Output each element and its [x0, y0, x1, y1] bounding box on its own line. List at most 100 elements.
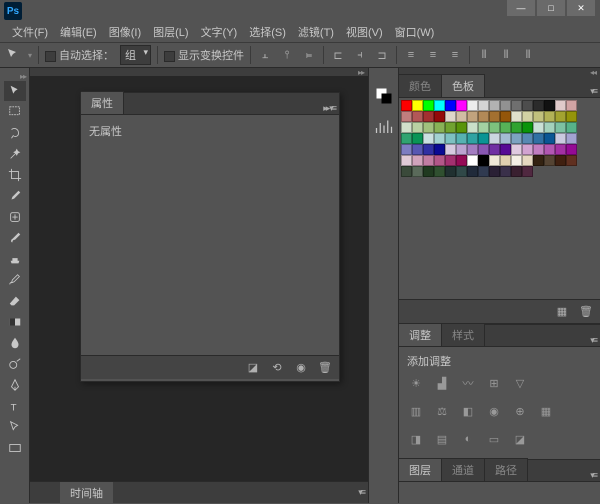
threshold-icon[interactable]: ◐	[459, 431, 477, 447]
swatch[interactable]	[522, 133, 533, 144]
swatch[interactable]	[533, 122, 544, 133]
bw-icon[interactable]: ◧	[459, 403, 477, 419]
dodge-tool[interactable]	[4, 354, 26, 374]
swatch[interactable]	[434, 155, 445, 166]
clone-stamp-tool[interactable]	[4, 249, 26, 269]
swatch[interactable]	[456, 100, 467, 111]
swatch[interactable]	[522, 144, 533, 155]
align-right-icon[interactable]: ⊐	[374, 47, 390, 63]
swatch[interactable]	[522, 155, 533, 166]
swatch[interactable]	[489, 111, 500, 122]
crop-tool[interactable]	[4, 165, 26, 185]
menu-file[interactable]: 文件(F)	[6, 22, 54, 42]
swatch[interactable]	[478, 111, 489, 122]
swatch[interactable]	[566, 122, 577, 133]
path-selection-tool[interactable]	[4, 417, 26, 437]
tab-channels[interactable]: 通道	[442, 458, 485, 481]
swatch[interactable]	[467, 100, 478, 111]
maximize-button[interactable]: □	[537, 0, 565, 16]
exposure-icon[interactable]: ⊞	[485, 375, 503, 391]
panel-menu-icon[interactable]: ▾≡	[590, 86, 596, 97]
swatch[interactable]	[544, 100, 555, 111]
menu-layer[interactable]: 图层(L)	[147, 22, 194, 42]
swatch[interactable]	[412, 122, 423, 133]
swatch[interactable]	[467, 122, 478, 133]
swatch[interactable]	[412, 155, 423, 166]
swatch[interactable]	[511, 144, 522, 155]
history-brush-tool[interactable]	[4, 270, 26, 290]
tab-layers[interactable]: 图层	[399, 458, 442, 481]
visibility-icon[interactable]: ◉	[293, 360, 309, 376]
swatch[interactable]	[434, 144, 445, 155]
swatch[interactable]	[445, 133, 456, 144]
show-transform-checkbox[interactable]: 显示变换控件	[164, 47, 244, 63]
swatch[interactable]	[478, 133, 489, 144]
brush-tool[interactable]	[4, 228, 26, 248]
type-tool[interactable]: T	[4, 396, 26, 416]
tab-adjustments[interactable]: 调整	[399, 323, 442, 346]
swatch[interactable]	[511, 111, 522, 122]
swatch[interactable]	[401, 111, 412, 122]
distribute-h-icon[interactable]: ⫴	[498, 47, 514, 63]
panel-menu-icon[interactable]: ▾≡	[590, 335, 596, 346]
swatch[interactable]	[511, 133, 522, 144]
swatch[interactable]	[522, 122, 533, 133]
menu-image[interactable]: 图像(I)	[103, 22, 147, 42]
tab-properties[interactable]: 属性	[81, 91, 124, 114]
color-picker-icon[interactable]	[374, 86, 394, 106]
swatch[interactable]	[456, 122, 467, 133]
swatch[interactable]	[489, 122, 500, 133]
mixer-icon[interactable]: ⊕	[511, 403, 529, 419]
posterize-icon[interactable]: ▤	[433, 431, 451, 447]
swatch[interactable]	[544, 122, 555, 133]
reset-icon[interactable]: ⟲	[269, 360, 285, 376]
swatch[interactable]	[401, 100, 412, 111]
curves-icon[interactable]: 〰	[459, 375, 477, 391]
swatch[interactable]	[533, 144, 544, 155]
lasso-tool[interactable]	[4, 123, 26, 143]
menu-filter[interactable]: 滤镜(T)	[292, 22, 340, 42]
invert-icon[interactable]: ◨	[407, 431, 425, 447]
tab-color[interactable]: 颜色	[399, 74, 442, 97]
selective-icon[interactable]: ◪	[511, 431, 529, 447]
hue-icon[interactable]: ▥	[407, 403, 425, 419]
trash-icon[interactable]: 🗑	[578, 304, 594, 320]
swatch[interactable]	[555, 122, 566, 133]
auto-select-type-dropdown[interactable]: 组	[120, 45, 151, 65]
marquee-tool[interactable]	[4, 102, 26, 122]
eyedropper-tool[interactable]	[4, 186, 26, 206]
tab-timeline[interactable]: 时间轴	[60, 482, 113, 504]
move-tool[interactable]	[4, 81, 26, 101]
distribute-icon[interactable]: ≡	[447, 47, 463, 63]
swatch[interactable]	[522, 100, 533, 111]
gradient-tool[interactable]	[4, 312, 26, 332]
swatch[interactable]	[412, 133, 423, 144]
move-tool-icon[interactable]	[6, 47, 22, 63]
swatch[interactable]	[412, 100, 423, 111]
swatch[interactable]	[566, 111, 577, 122]
vibrance-icon[interactable]: ▽	[511, 375, 529, 391]
menu-text[interactable]: 文字(Y)	[195, 22, 244, 42]
swatch[interactable]	[500, 155, 511, 166]
menu-edit[interactable]: 编辑(E)	[54, 22, 103, 42]
swatch[interactable]	[533, 111, 544, 122]
swatch[interactable]	[533, 100, 544, 111]
align-vcenter-icon[interactable]: ⫯	[279, 47, 295, 63]
swatch[interactable]	[434, 122, 445, 133]
swatch[interactable]	[555, 111, 566, 122]
distribute-h-icon[interactable]: ⫴	[476, 47, 492, 63]
swatch[interactable]	[401, 166, 412, 177]
trash-icon[interactable]: 🗑	[317, 360, 333, 376]
swatch[interactable]	[555, 133, 566, 144]
swatch[interactable]	[467, 133, 478, 144]
brightness-icon[interactable]: ☀	[407, 375, 425, 391]
balance-icon[interactable]: ⚖	[433, 403, 451, 419]
blur-tool[interactable]	[4, 333, 26, 353]
swatch[interactable]	[423, 133, 434, 144]
swatch[interactable]	[500, 100, 511, 111]
photo-filter-icon[interactable]: ◉	[485, 403, 503, 419]
swatch[interactable]	[500, 166, 511, 177]
tab-swatches[interactable]: 色板	[442, 74, 485, 97]
panel-menu-icon[interactable]: ▸▸ ▾≡	[323, 103, 335, 114]
swatch[interactable]	[445, 166, 456, 177]
